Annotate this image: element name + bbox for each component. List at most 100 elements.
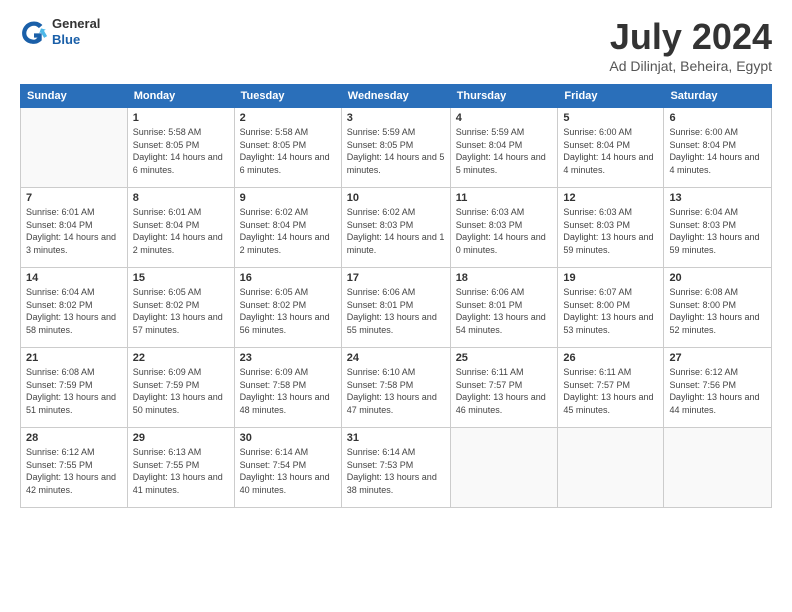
calendar-cell: 9 Sunrise: 6:02 AM Sunset: 8:04 PM Daylig… — [234, 188, 341, 268]
day-info: Sunrise: 6:01 AM Sunset: 8:04 PM Dayligh… — [26, 206, 122, 256]
day-number: 12 — [563, 192, 658, 204]
calendar-cell: 22Sunrise: 6:09 AM Sunset: 7:59 PM Dayli… — [127, 348, 234, 428]
day-number: 31 — [347, 432, 445, 444]
calendar-cell: 23 Sunrise: 6:09 AM Sunset: 7:58 PM Dayli… — [234, 348, 341, 428]
calendar-cell: 7Sunrise: 6:01 AM Sunset: 8:04 PM Daylig… — [21, 188, 128, 268]
day-info: Sunrise: 5:58 AM Sunset: 8:05 PM Dayligh… — [240, 126, 336, 176]
calendar-cell: 18Sunrise: 6:06 AM Sunset: 8:01 PM Dayli… — [450, 268, 558, 348]
calendar-cell: 8 Sunrise: 6:01 AM Sunset: 8:04 PM Daylig… — [127, 188, 234, 268]
day-info: Sunrise: 6:10 AM Sunset: 7:58 PM Dayligh… — [347, 366, 445, 416]
day-info: Sunrise: 6:03 AM Sunset: 8:03 PM Dayligh… — [456, 206, 553, 256]
calendar-cell: 6Sunrise: 6:00 AM Sunset: 8:04 PM Daylig… — [664, 108, 772, 188]
calendar-cell: 5Sunrise: 6:00 AM Sunset: 8:04 PM Daylig… — [558, 108, 664, 188]
calendar-cell — [21, 108, 128, 188]
day-info: Sunrise: 6:14 AM Sunset: 7:54 PM Dayligh… — [240, 446, 336, 496]
calendar-cell: 14Sunrise: 6:04 AM Sunset: 8:02 PM Dayli… — [21, 268, 128, 348]
day-info: Sunrise: 6:00 AM Sunset: 8:04 PM Dayligh… — [669, 126, 766, 176]
day-info: Sunrise: 6:13 AM Sunset: 7:55 PM Dayligh… — [133, 446, 229, 496]
calendar-cell — [664, 428, 772, 508]
day-info: Sunrise: 5:59 AM Sunset: 8:04 PM Dayligh… — [456, 126, 553, 176]
day-info: Sunrise: 6:02 AM Sunset: 8:04 PM Dayligh… — [240, 206, 336, 256]
logo: General Blue — [20, 16, 100, 47]
day-number: 27 — [669, 352, 766, 364]
day-info: Sunrise: 6:08 AM Sunset: 7:59 PM Dayligh… — [26, 366, 122, 416]
page: General Blue July 2024 Ad Dilinjat, Behe… — [0, 0, 792, 612]
day-info: Sunrise: 6:07 AM Sunset: 8:00 PM Dayligh… — [563, 286, 658, 336]
calendar-cell: 27 Sunrise: 6:12 AM Sunset: 7:56 PM Dayli… — [664, 348, 772, 428]
day-number: 15 — [133, 272, 229, 284]
day-info: Sunrise: 5:58 AM Sunset: 8:05 PM Dayligh… — [133, 126, 229, 176]
calendar-cell: 12 Sunrise: 6:03 AM Sunset: 8:03 PM Dayli… — [558, 188, 664, 268]
day-number: 21 — [26, 352, 122, 364]
calendar-cell: 1 Sunrise: 5:58 AM Sunset: 8:05 PM Daylig… — [127, 108, 234, 188]
day-number: 2 — [240, 112, 336, 124]
month-title: July 2024 — [609, 16, 772, 58]
day-info: Sunrise: 5:59 AM Sunset: 8:05 PM Dayligh… — [347, 126, 445, 176]
day-number: 26 — [563, 352, 658, 364]
calendar-cell: 25 Sunrise: 6:11 AM Sunset: 7:57 PM Dayli… — [450, 348, 558, 428]
calendar-cell — [450, 428, 558, 508]
day-number: 14 — [26, 272, 122, 284]
day-info: Sunrise: 6:06 AM Sunset: 8:01 PM Dayligh… — [456, 286, 553, 336]
day-number: 16 — [240, 272, 336, 284]
day-number: 10 — [347, 192, 445, 204]
col-friday: Friday — [558, 85, 664, 108]
col-tuesday: Tuesday — [234, 85, 341, 108]
col-monday: Monday — [127, 85, 234, 108]
location: Ad Dilinjat, Beheira, Egypt — [609, 58, 772, 74]
calendar-cell: 4 Sunrise: 5:59 AM Sunset: 8:04 PM Daylig… — [450, 108, 558, 188]
calendar-cell: 26 Sunrise: 6:11 AM Sunset: 7:57 PM Dayli… — [558, 348, 664, 428]
day-number: 17 — [347, 272, 445, 284]
calendar-header-row: Sunday Monday Tuesday Wednesday Thursday… — [21, 85, 772, 108]
day-info: Sunrise: 6:00 AM Sunset: 8:04 PM Dayligh… — [563, 126, 658, 176]
day-info: Sunrise: 6:11 AM Sunset: 7:57 PM Dayligh… — [456, 366, 553, 416]
calendar-cell: 20 Sunrise: 6:08 AM Sunset: 8:00 PM Dayli… — [664, 268, 772, 348]
day-number: 1 — [133, 112, 229, 124]
day-number: 11 — [456, 192, 553, 204]
calendar-week-row: 28Sunrise: 6:12 AM Sunset: 7:55 PM Dayli… — [21, 428, 772, 508]
day-info: Sunrise: 6:04 AM Sunset: 8:03 PM Dayligh… — [669, 206, 766, 256]
title-section: July 2024 Ad Dilinjat, Beheira, Egypt — [609, 16, 772, 74]
day-number: 25 — [456, 352, 553, 364]
calendar-cell — [558, 428, 664, 508]
day-info: Sunrise: 6:14 AM Sunset: 7:53 PM Dayligh… — [347, 446, 445, 496]
day-number: 3 — [347, 112, 445, 124]
day-info: Sunrise: 6:09 AM Sunset: 7:58 PM Dayligh… — [240, 366, 336, 416]
day-info: Sunrise: 6:09 AM Sunset: 7:59 PM Dayligh… — [133, 366, 229, 416]
calendar-cell: 3 Sunrise: 5:59 AM Sunset: 8:05 PM Daylig… — [341, 108, 450, 188]
day-number: 4 — [456, 112, 553, 124]
calendar-cell: 24 Sunrise: 6:10 AM Sunset: 7:58 PM Dayli… — [341, 348, 450, 428]
calendar-cell: 30Sunrise: 6:14 AM Sunset: 7:54 PM Dayli… — [234, 428, 341, 508]
day-info: Sunrise: 6:03 AM Sunset: 8:03 PM Dayligh… — [563, 206, 658, 256]
calendar-cell: 15Sunrise: 6:05 AM Sunset: 8:02 PM Dayli… — [127, 268, 234, 348]
calendar-week-row: 14Sunrise: 6:04 AM Sunset: 8:02 PM Dayli… — [21, 268, 772, 348]
day-number: 9 — [240, 192, 336, 204]
calendar-week-row: 1 Sunrise: 5:58 AM Sunset: 8:05 PM Daylig… — [21, 108, 772, 188]
day-info: Sunrise: 6:12 AM Sunset: 7:56 PM Dayligh… — [669, 366, 766, 416]
col-wednesday: Wednesday — [341, 85, 450, 108]
calendar-cell: 2 Sunrise: 5:58 AM Sunset: 8:05 PM Daylig… — [234, 108, 341, 188]
calendar-week-row: 7Sunrise: 6:01 AM Sunset: 8:04 PM Daylig… — [21, 188, 772, 268]
calendar-cell: 17 Sunrise: 6:06 AM Sunset: 8:01 PM Dayli… — [341, 268, 450, 348]
calendar-cell: 31 Sunrise: 6:14 AM Sunset: 7:53 PM Dayli… — [341, 428, 450, 508]
calendar-week-row: 21 Sunrise: 6:08 AM Sunset: 7:59 PM Dayli… — [21, 348, 772, 428]
logo-general: General — [52, 16, 100, 32]
day-info: Sunrise: 6:01 AM Sunset: 8:04 PM Dayligh… — [133, 206, 229, 256]
calendar-cell: 19 Sunrise: 6:07 AM Sunset: 8:00 PM Dayli… — [558, 268, 664, 348]
day-number: 8 — [133, 192, 229, 204]
day-number: 29 — [133, 432, 229, 444]
day-info: Sunrise: 6:08 AM Sunset: 8:00 PM Dayligh… — [669, 286, 766, 336]
day-info: Sunrise: 6:12 AM Sunset: 7:55 PM Dayligh… — [26, 446, 122, 496]
calendar-cell: 10Sunrise: 6:02 AM Sunset: 8:03 PM Dayli… — [341, 188, 450, 268]
day-number: 23 — [240, 352, 336, 364]
logo-blue: Blue — [52, 32, 100, 48]
calendar-cell: 28Sunrise: 6:12 AM Sunset: 7:55 PM Dayli… — [21, 428, 128, 508]
day-number: 19 — [563, 272, 658, 284]
header: General Blue July 2024 Ad Dilinjat, Behe… — [20, 16, 772, 74]
calendar: Sunday Monday Tuesday Wednesday Thursday… — [20, 84, 772, 508]
day-info: Sunrise: 6:06 AM Sunset: 8:01 PM Dayligh… — [347, 286, 445, 336]
day-number: 24 — [347, 352, 445, 364]
day-number: 20 — [669, 272, 766, 284]
day-info: Sunrise: 6:11 AM Sunset: 7:57 PM Dayligh… — [563, 366, 658, 416]
day-number: 13 — [669, 192, 766, 204]
